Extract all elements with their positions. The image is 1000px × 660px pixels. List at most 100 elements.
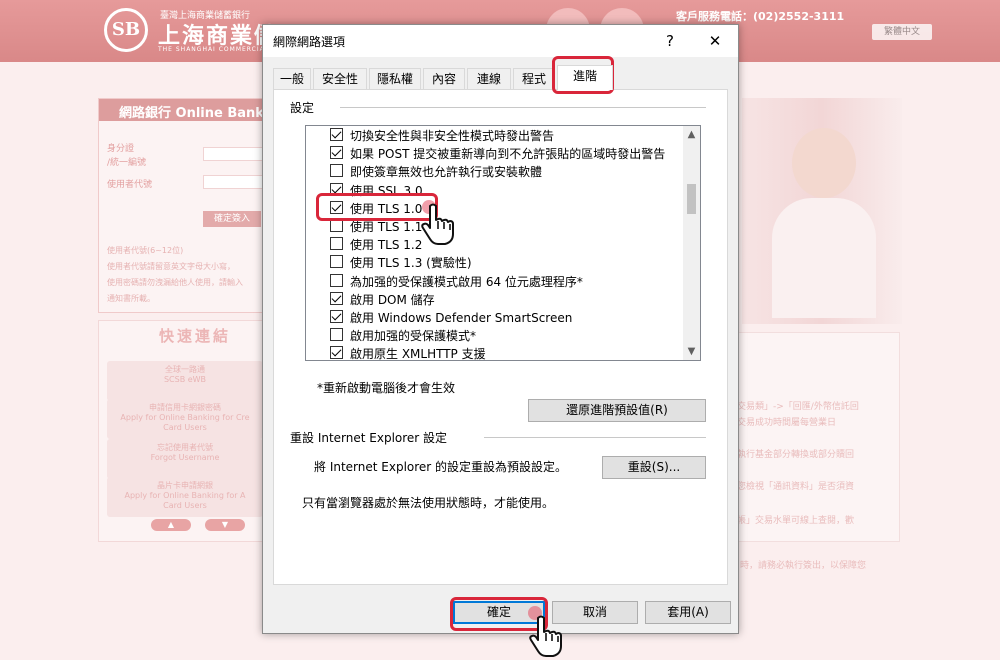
help-icon[interactable]: ?: [655, 29, 685, 53]
option-label: 啟用 DOM 儲存: [350, 292, 435, 307]
quick-link-en: Apply for Online Banking for A: [124, 491, 246, 500]
option-checkbox[interactable]: [330, 291, 343, 305]
quick-link-button[interactable]: 申請信用卡網銀密碼 Apply for Online Banking for C…: [107, 399, 263, 439]
option-checkbox[interactable]: [330, 328, 343, 342]
restore-advanced-button[interactable]: 還原進階預設值(R): [528, 399, 706, 422]
tab-privacy[interactable]: 隱私權: [369, 68, 421, 89]
quick-link-zh: 晶片卡申請網銀: [157, 481, 213, 490]
quick-link-zh: 忘記使用者代號: [157, 443, 213, 452]
reset-button[interactable]: 重設(S)...: [602, 456, 706, 479]
option-checkbox[interactable]: [330, 182, 343, 196]
dialog-titlebar[interactable]: 網際網路選項 ? ✕: [263, 25, 738, 57]
login-title: 網路銀行 Online Bank: [99, 99, 269, 121]
quick-links-title: 快速連結: [159, 327, 232, 345]
option-checkbox[interactable]: [330, 200, 343, 214]
news-line: 執行基金部分轉換或部分贖回: [737, 450, 855, 460]
scroll-up-icon[interactable]: ▲: [683, 126, 700, 143]
scroll-down-icon[interactable]: ▼: [205, 519, 245, 531]
settings-list[interactable]: 切換安全性與非安全性模式時發出警告如果 POST 提交被重新導向到不允許張貼的區…: [305, 125, 701, 361]
option-checkbox[interactable]: [330, 128, 343, 141]
settings-option[interactable]: 啟用 DOM 儲存: [306, 290, 684, 308]
tab-content[interactable]: 內容: [423, 68, 465, 89]
reset-description: 將 Internet Explorer 的設定重設為預設設定。: [314, 460, 568, 474]
news-line: 交易類」->「回匯/外幣信託回: [737, 402, 859, 412]
divider: [484, 437, 706, 438]
tab-general[interactable]: 一般: [273, 68, 311, 89]
quick-link-en: Apply for Online Banking for Cre: [120, 413, 250, 422]
option-checkbox[interactable]: [330, 219, 343, 232]
tab-advanced[interactable]: 進階: [557, 65, 613, 90]
promo-photo: [742, 98, 902, 324]
settings-option[interactable]: 啟用 Windows Defender SmartScreen: [306, 308, 684, 326]
bank-logo-mark: SB: [104, 8, 148, 52]
option-label: 為加强的受保護模式啟用 64 位元處理程序*: [350, 274, 583, 289]
scroll-down-icon[interactable]: ▼: [683, 343, 700, 360]
service-phone: 客戶服務電話：(02)2552-3111: [676, 10, 845, 23]
settings-option[interactable]: 使用 TLS 1.2: [306, 235, 684, 253]
tab-connections[interactable]: 連線: [467, 68, 511, 89]
apply-button[interactable]: 套用(A): [645, 601, 731, 624]
divider: [340, 107, 706, 108]
language-select[interactable]: 繁體中文: [872, 24, 932, 40]
login-panel: 網路銀行 Online Bank 身分證 /統一編號 使用者代號 確定簽入 使用…: [98, 98, 270, 313]
quick-link-en: Card Users: [163, 501, 207, 510]
advanced-panel: 設定 切換安全性與非安全性模式時發出警告 如果 POST 提交被重新導向到不允許張…: [273, 89, 728, 585]
tab-security[interactable]: 安全性: [313, 68, 367, 89]
option-label: 啟用加强的受保護模式*: [350, 329, 477, 344]
quick-link-en: SCSB eWB: [163, 375, 207, 384]
settings-option[interactable]: 使用 TLS 1.0: [306, 199, 684, 217]
ok-button[interactable]: 確定: [453, 601, 545, 624]
option-checkbox[interactable]: [330, 273, 343, 287]
login-note: 使用者代號(6~12位): [107, 246, 184, 255]
settings-option[interactable]: 為加强的受保護模式啟用 64 位元處理程序*: [306, 272, 684, 290]
settings-option[interactable]: 即使簽章無效也允許執行或安裝軟體: [306, 162, 684, 180]
quick-link-button[interactable]: 全球一路通 SCSB eWB: [107, 361, 263, 401]
login-note: 使用密碼請勿洩漏給他人使用，請輸入: [107, 278, 243, 287]
option-checkbox[interactable]: [330, 164, 343, 178]
option-label: 使用 TLS 1.2: [350, 238, 423, 253]
id-label-2: /統一編號: [107, 158, 147, 168]
news-line: 您檢視「通訊資料」是否須資: [737, 482, 855, 492]
settings-option[interactable]: 切換安全性與非安全性模式時發出警告: [306, 126, 684, 144]
option-label: 切換安全性與非安全性模式時發出警告: [350, 129, 555, 143]
scroll-up-icon[interactable]: ▲: [151, 519, 191, 531]
option-label: 如果 POST 提交被重新導向到不允許張貼的區域時發出警告: [350, 147, 666, 162]
settings-option[interactable]: 使用 TLS 1.3 (實驗性): [306, 253, 684, 271]
news-line: 交易成功時間屬每營業日: [737, 418, 837, 428]
reset-note: 只有當瀏覽器處於無法使用狀態時，才能使用。: [302, 496, 555, 510]
scroll-thumb[interactable]: [687, 184, 696, 214]
tab-programs[interactable]: 程式: [513, 68, 555, 89]
option-checkbox[interactable]: [330, 346, 343, 360]
news-line: 帳」交易水單可線上查閱，歡: [737, 516, 855, 526]
quick-link-zh: 全球一路通: [165, 365, 205, 374]
option-checkbox[interactable]: [330, 237, 343, 251]
close-icon[interactable]: ✕: [700, 29, 730, 53]
option-checkbox[interactable]: [330, 146, 343, 160]
settings-option[interactable]: 啟用加强的受保護模式*: [306, 326, 684, 344]
quick-link-zh: 申請信用卡網銀密碼: [149, 403, 221, 412]
option-label: 使用 TLS 1.3 (實驗性): [350, 256, 472, 271]
settings-option[interactable]: 使用 SSL 3.0: [306, 181, 684, 199]
internet-options-dialog: 網際網路選項 ? ✕ 一般 安全性 隱私權 內容 連線 程式 進階 設定 切換安…: [262, 24, 739, 634]
vertical-scrollbar[interactable]: ▲ ▼: [683, 126, 700, 360]
dialog-title: 網際網路選項: [273, 35, 346, 49]
settings-option[interactable]: 如果 POST 提交被重新導向到不允許張貼的區域時發出警告: [306, 144, 684, 162]
settings-option[interactable]: 使用 TLS 1.1: [306, 217, 684, 235]
quick-link-button[interactable]: 忘記使用者代號 Forgot Username: [107, 439, 263, 479]
option-checkbox[interactable]: [330, 310, 343, 323]
restart-note: *重新啟動電腦後才會生效: [317, 381, 456, 395]
user-field[interactable]: [203, 175, 269, 189]
tab-strip: 一般 安全性 隱私權 內容 連線 程式 進階: [273, 65, 728, 90]
cancel-button[interactable]: 取消: [552, 601, 638, 624]
photo-face: [792, 128, 856, 198]
settings-option[interactable]: 啟用原生 XMLHTTP 支援: [306, 344, 684, 360]
id-label: 身分證: [107, 144, 135, 154]
option-checkbox[interactable]: [330, 255, 343, 269]
quick-link-button[interactable]: 晶片卡申請網銀 Apply for Online Banking for A C…: [107, 477, 263, 517]
quick-link-en: Card Users: [163, 423, 207, 432]
user-label: 使用者代號: [107, 180, 153, 190]
login-button[interactable]: 確定簽入: [203, 211, 261, 227]
option-label: 即使簽章無效也允許執行或安裝軟體: [350, 165, 543, 180]
id-field[interactable]: [203, 147, 269, 161]
quick-link-en: Forgot Username: [150, 453, 220, 462]
